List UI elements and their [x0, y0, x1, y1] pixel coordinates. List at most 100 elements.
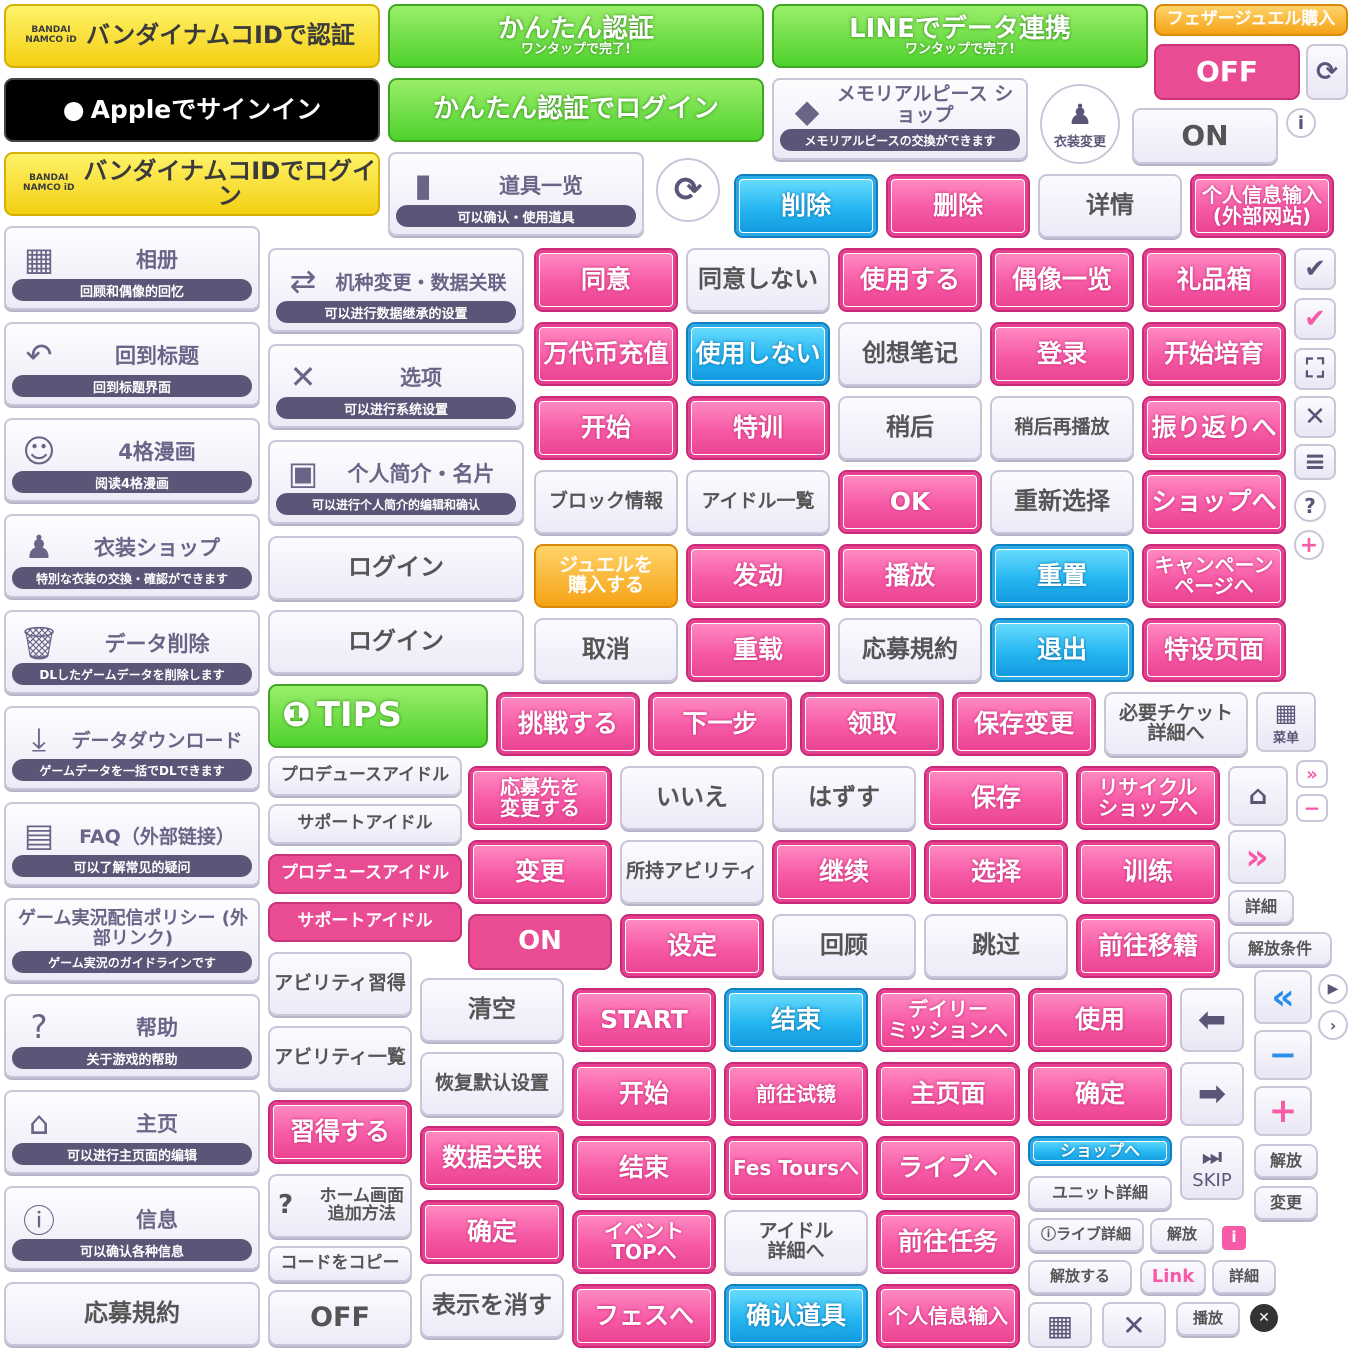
- select-button[interactable]: 选择: [924, 840, 1068, 904]
- continue-button[interactable]: 继续: [772, 840, 916, 904]
- go-shop-button[interactable]: ショップへ: [1142, 470, 1286, 534]
- help-icon[interactable]: ?: [1294, 490, 1326, 522]
- unlock-do-button[interactable]: 解放する: [1028, 1260, 1132, 1294]
- menu-data-delete[interactable]: 🗑 データ削除 DLしたゲームデータを削除します: [4, 610, 260, 694]
- no-button[interactable]: いいえ: [620, 766, 764, 830]
- line-login-button[interactable]: かんたん認証でログイン: [388, 78, 764, 142]
- start-produce-button[interactable]: 开始培育: [1142, 322, 1286, 386]
- reload-button[interactable]: 重载: [686, 618, 830, 682]
- costume-change-button[interactable]: ♟ 衣装変更: [1040, 84, 1120, 164]
- login-button-1[interactable]: ログイン: [268, 536, 524, 600]
- grid-menu-button[interactable]: ▦ 菜单: [1256, 692, 1316, 752]
- menu-streaming-policy[interactable]: ゲーム実況配信ポリシー (外部リンク) ゲーム実況のガイドラインです: [4, 898, 260, 982]
- play-small-icon[interactable]: ▶: [1318, 974, 1348, 1004]
- menu-info[interactable]: ⓘ 信息 可以确认各种信息: [4, 1186, 260, 1270]
- play-button[interactable]: 播放: [838, 544, 982, 608]
- refresh-circle-icon[interactable]: ⟳: [656, 158, 720, 222]
- grid-icon[interactable]: ▦: [1028, 1302, 1092, 1348]
- memorial-piece-shop-button[interactable]: ◆ メモリアルピース ショップ メモリアルピースの交換ができます: [772, 78, 1028, 160]
- campaign-page-button[interactable]: キャンペーン ページへ: [1142, 544, 1286, 608]
- learn-button[interactable]: 習得する: [268, 1100, 412, 1164]
- cancel-button[interactable]: 取消: [534, 618, 678, 682]
- tab-produce-idol-active[interactable]: プロデュースアイドル: [268, 854, 462, 894]
- receive-button[interactable]: 领取: [800, 692, 944, 756]
- close-large-icon[interactable]: ✕: [1102, 1302, 1166, 1348]
- unlock-button[interactable]: 解放: [1254, 1144, 1318, 1178]
- skip-button[interactable]: 跳过: [924, 914, 1068, 978]
- menu-icon[interactable]: ≡: [1294, 444, 1336, 480]
- idol-list-jp-button[interactable]: アイドル一覧: [686, 470, 830, 534]
- bandai-login-button[interactable]: BANDAI NAMCO iD バンダイナムコIDでログイン: [4, 152, 380, 216]
- close-icon[interactable]: ✕: [1294, 396, 1336, 438]
- tools-list-button[interactable]: ▮ 道具一览 可以确认・使用道具: [388, 152, 644, 236]
- terms-button[interactable]: 応募規約: [838, 618, 982, 682]
- unlock-small-button[interactable]: 解放: [1150, 1218, 1214, 1252]
- toggle-on-button[interactable]: ON: [1132, 108, 1278, 164]
- audition-button[interactable]: 前往试镜: [724, 1062, 868, 1126]
- line-easy-auth-button[interactable]: かんたん認証 ワンタップで完了!: [388, 4, 764, 68]
- ok-button[interactable]: OK: [838, 470, 982, 534]
- data-link-button[interactable]: 数据关联: [420, 1126, 564, 1190]
- idol-detail-button[interactable]: アイドル 詳細へ: [724, 1210, 868, 1274]
- personal-info-input-button[interactable]: 个人信息输入: [876, 1284, 1020, 1348]
- check-pink-icon[interactable]: ✔: [1294, 298, 1336, 340]
- special-training-button[interactable]: 特训: [686, 396, 830, 460]
- menu-profile[interactable]: ▣ 个人简介・名片 可以进行个人简介的编辑和确认: [268, 440, 524, 524]
- tab-produce-idol[interactable]: プロデュースアイドル: [268, 756, 462, 796]
- play-small-button[interactable]: 播放: [1176, 1302, 1240, 1336]
- line-data-link-button[interactable]: LINEでデータ連携 ワンタップで完了!: [772, 4, 1148, 68]
- minus-icon[interactable]: −: [1296, 794, 1328, 822]
- live-button[interactable]: ライブへ: [876, 1136, 1020, 1200]
- use-button[interactable]: 使用する: [838, 248, 982, 312]
- use-button-2[interactable]: 使用: [1028, 988, 1172, 1052]
- close-circle-icon[interactable]: ✕: [1250, 1304, 1278, 1332]
- arrow-right-icon[interactable]: ➡: [1180, 1062, 1244, 1126]
- fes-tours-button[interactable]: Fes Toursへ: [724, 1136, 868, 1200]
- main-page-button[interactable]: 主页面: [876, 1062, 1020, 1126]
- disagree-button[interactable]: 同意しない: [686, 248, 830, 312]
- chevron-right-icon[interactable]: ›: [1318, 1010, 1348, 1040]
- transfer-button[interactable]: 前往移籍: [1076, 914, 1220, 978]
- ability-learn-button[interactable]: アビリティ習得: [268, 952, 412, 1016]
- save-changes-button[interactable]: 保存变更: [952, 692, 1096, 756]
- detail-tiny-button[interactable]: 詳細: [1212, 1260, 1276, 1294]
- fes-button[interactable]: フェスへ: [572, 1284, 716, 1348]
- info-icon[interactable]: i: [1286, 108, 1316, 138]
- ability-list-button[interactable]: アビリティ一覧: [268, 1026, 412, 1090]
- start-en-button[interactable]: START: [572, 988, 716, 1052]
- reselect-button[interactable]: 重新选择: [990, 470, 1134, 534]
- tab-support-idol-active[interactable]: サポートアイドル: [268, 902, 462, 942]
- menu-device-transfer[interactable]: ⇄ 机种変更・数据关联 可以进行数据继承的设置: [268, 248, 524, 332]
- not-use-button[interactable]: 使用しない: [686, 322, 830, 386]
- detail-button[interactable]: 详情: [1038, 174, 1182, 238]
- login-button-2[interactable]: ログイン: [268, 610, 524, 674]
- buy-jewel-button[interactable]: ジュエルを 購入する: [534, 544, 678, 608]
- reset-button[interactable]: 重置: [990, 544, 1134, 608]
- menu-data-download[interactable]: ⤓ データダウンロード ゲームデータを一括でDLできます: [4, 706, 260, 790]
- coin-charge-button[interactable]: 万代币充值: [534, 322, 678, 386]
- fast-forward-icon[interactable]: »: [1228, 830, 1286, 884]
- ticket-detail-button[interactable]: 必要チケット 詳細へ: [1104, 692, 1248, 756]
- idea-note-button[interactable]: 创想笔记: [838, 322, 982, 386]
- tab-support-idol[interactable]: サポートアイドル: [268, 804, 462, 844]
- copy-code-button[interactable]: コードをコピー: [268, 1246, 412, 1282]
- menu-costume-shop[interactable]: ♟ 衣装ショップ 特別な衣装の交換・確認ができます: [4, 514, 260, 598]
- daily-mission-button[interactable]: デイリー ミッションへ: [876, 988, 1020, 1052]
- change-small-button[interactable]: 変更: [1254, 1186, 1318, 1220]
- special-page-button[interactable]: 特设页面: [1142, 618, 1286, 682]
- remove-button[interactable]: はずす: [772, 766, 916, 830]
- recap-button[interactable]: 回顾: [772, 914, 916, 978]
- training-button[interactable]: 训练: [1076, 840, 1220, 904]
- fullscreen-icon[interactable]: ⛶: [1294, 348, 1336, 390]
- end-button-blue[interactable]: 结束: [724, 988, 868, 1052]
- go-mission-button[interactable]: 前往任务: [876, 1210, 1020, 1274]
- idol-list-button[interactable]: 偶像一览: [990, 248, 1134, 312]
- change-button[interactable]: 变更: [468, 840, 612, 904]
- home-screen-add-button[interactable]: ? ホーム画面 追加方法: [268, 1174, 412, 1238]
- challenge-button[interactable]: 挑戦する: [496, 692, 640, 756]
- delete-button-pink[interactable]: 删除: [886, 174, 1030, 238]
- activate-button[interactable]: 发动: [686, 544, 830, 608]
- unlock-condition-button[interactable]: 解放条件: [1228, 932, 1332, 966]
- confirm-items-button[interactable]: 确认道具: [724, 1284, 868, 1348]
- bandai-auth-button[interactable]: BANDAI NAMCO iD バンダイナムコIDで認証: [4, 4, 380, 68]
